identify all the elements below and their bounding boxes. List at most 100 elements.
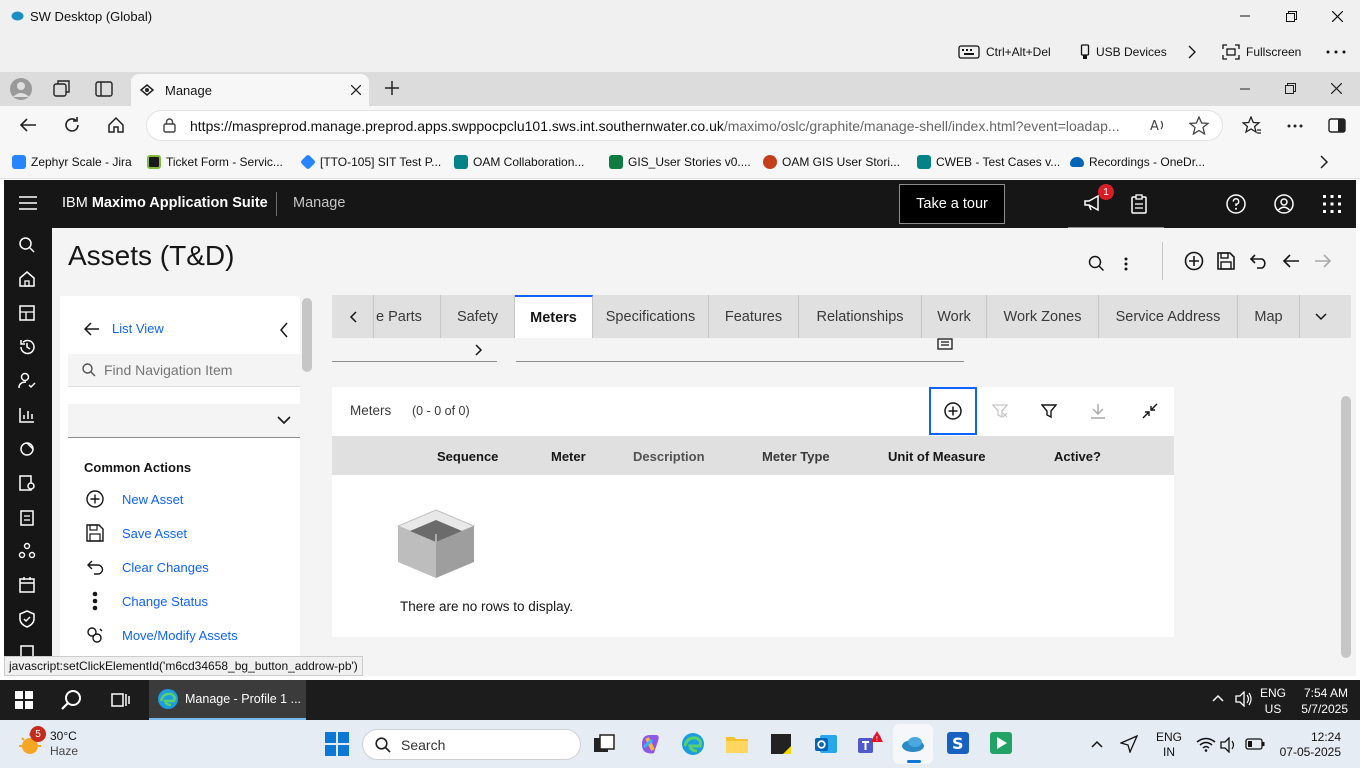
browser-tab-manage[interactable]: Manage — [131, 74, 369, 106]
search-icon[interactable] — [18, 236, 38, 256]
favorite-item[interactable]: [TTO-105] SIT Test P... — [300, 153, 441, 171]
favorite-item[interactable]: Zephyr Scale - Jira — [12, 153, 132, 171]
taskbar-manage-window[interactable]: Manage - Profile 1 ... — [149, 680, 306, 720]
partial-field[interactable] — [332, 338, 460, 362]
remote-clock[interactable]: 7:54 AM 5/7/2025 — [1298, 685, 1348, 717]
clipboard-icon[interactable] — [1131, 194, 1147, 214]
favorite-item[interactable]: Recordings - OneDr... — [1070, 153, 1205, 171]
minimize-button[interactable] — [1222, 5, 1268, 27]
nav-scrollbar[interactable] — [302, 298, 312, 372]
find-navigation-search[interactable] — [68, 354, 300, 387]
tab-map[interactable]: Map — [1238, 295, 1300, 338]
overflow-menu-icon[interactable] — [1124, 257, 1128, 271]
show-hidden-icons-chevron-icon[interactable] — [1091, 740, 1103, 748]
read-aloud-icon[interactable]: A — [1150, 117, 1168, 133]
network-icon[interactable] — [18, 542, 38, 562]
favorite-item[interactable]: OAM Collaboration... — [454, 153, 584, 171]
edge-browser-icon[interactable] — [681, 732, 705, 756]
app-switcher-icon[interactable] — [1323, 195, 1341, 213]
recent-history-icon[interactable] — [18, 338, 38, 358]
search-icon[interactable] — [61, 689, 83, 711]
browser-minimize-icon[interactable] — [1240, 88, 1250, 90]
close-button[interactable] — [1314, 5, 1360, 27]
favorite-item[interactable]: OAM GIS User Stori... — [763, 153, 900, 171]
tab-safety[interactable]: Safety — [441, 295, 515, 338]
windows-start-icon[interactable] — [15, 691, 33, 709]
wifi-icon[interactable] — [1196, 737, 1216, 752]
more-favorites-chevron-icon[interactable] — [1320, 155, 1329, 169]
asset-tag-icon[interactable] — [18, 440, 38, 460]
battery-icon[interactable] — [1245, 738, 1265, 750]
add-row-button[interactable] — [929, 387, 977, 435]
list-view-link[interactable]: List View — [84, 321, 164, 336]
fullscreen-button[interactable]: Fullscreen — [1222, 42, 1301, 62]
navigation-dropdown[interactable] — [68, 404, 300, 438]
tab-specifications[interactable]: Specifications — [593, 295, 709, 338]
main-scrollbar[interactable] — [1341, 396, 1351, 658]
save-icon[interactable] — [1217, 252, 1235, 270]
volume-icon[interactable] — [1220, 737, 1238, 753]
back-arrow-icon[interactable] — [19, 117, 37, 133]
tab-work[interactable]: Work — [922, 295, 987, 338]
tabs-scroll-left-button[interactable] — [332, 295, 374, 338]
tab-spare-parts[interactable]: e Parts — [374, 295, 441, 338]
sw-desktop-app-icon[interactable] — [901, 735, 925, 753]
column-header-sequence[interactable]: Sequence — [437, 449, 498, 464]
undo-icon[interactable] — [1249, 253, 1269, 269]
taskbar-search-box[interactable]: Search — [362, 729, 581, 760]
weather-widget[interactable]: 30°C Haze — [50, 729, 78, 759]
collapse-panel-chevron-icon[interactable] — [279, 322, 289, 338]
change-status-action[interactable]: Change Status — [86, 591, 208, 611]
workspaces-icon[interactable] — [52, 79, 72, 99]
inventory-clipboard-icon[interactable] — [18, 508, 38, 528]
ctrl-alt-del-button[interactable]: Ctrl+Alt+Del — [958, 42, 1051, 62]
new-asset-action[interactable]: New Asset — [86, 489, 183, 509]
field-lookup-chevron-icon[interactable] — [460, 338, 497, 362]
chevron-down-icon[interactable] — [277, 416, 291, 425]
remote-language-indicator[interactable]: ENG US — [1260, 685, 1286, 717]
minimize-table-icon[interactable] — [1142, 403, 1158, 419]
dashboard-icon[interactable] — [18, 304, 38, 324]
refresh-icon[interactable] — [63, 116, 81, 134]
user-profile-icon[interactable] — [1274, 194, 1294, 214]
find-navigation-input[interactable] — [104, 362, 294, 378]
volume-icon[interactable] — [1235, 691, 1253, 707]
tab-features[interactable]: Features — [709, 295, 799, 338]
previous-record-arrow-icon[interactable] — [1282, 253, 1300, 269]
teams-icon[interactable]: ! — [857, 731, 885, 757]
reports-chart-icon[interactable] — [18, 406, 38, 426]
task-view-icon[interactable] — [110, 690, 130, 710]
tab-meters[interactable]: Meters — [515, 295, 593, 338]
hamburger-menu-icon[interactable] — [19, 196, 37, 210]
tabs-overflow-button[interactable] — [1300, 295, 1341, 338]
close-tab-icon[interactable] — [351, 85, 361, 95]
favorite-star-icon[interactable] — [1189, 116, 1209, 135]
outlook-icon[interactable] — [814, 732, 838, 756]
calendar-icon[interactable] — [18, 576, 38, 596]
address-bar[interactable]: https://maspreprod.manage.preprod.apps.s… — [146, 110, 1223, 141]
tab-relationships[interactable]: Relationships — [799, 295, 922, 338]
sticky-notes-icon[interactable] — [770, 733, 792, 755]
column-header-active[interactable]: Active? — [1054, 449, 1101, 464]
task-view-icon[interactable] — [593, 733, 615, 755]
browser-close-icon[interactable] — [1331, 83, 1342, 94]
profile-avatar[interactable] — [10, 78, 32, 100]
windows-start-icon[interactable] — [325, 732, 349, 756]
column-header-meter[interactable]: Meter — [551, 449, 586, 464]
column-header-meter-type[interactable]: Meter Type — [762, 449, 830, 464]
home-icon[interactable] — [107, 116, 125, 134]
new-tab-icon[interactable] — [384, 80, 400, 96]
take-a-tour-button[interactable]: Take a tour — [899, 184, 1005, 224]
move-modify-assets-action[interactable]: Move/Modify Assets — [86, 625, 238, 645]
user-check-icon[interactable] — [18, 372, 38, 392]
copilot-icon[interactable] — [638, 732, 662, 756]
column-header-unit-of-measure[interactable]: Unit of Measure — [888, 449, 986, 464]
filter-icon[interactable] — [1041, 403, 1057, 419]
search-icon[interactable] — [1088, 255, 1105, 272]
next-record-arrow-icon[interactable] — [1314, 253, 1332, 269]
sidebar-toggle-icon[interactable] — [1328, 118, 1346, 133]
home-icon[interactable] — [18, 270, 38, 290]
show-hidden-icons-chevron-icon[interactable] — [1212, 694, 1224, 702]
favorites-collection-icon[interactable] — [1242, 116, 1262, 135]
work-order-icon[interactable] — [18, 474, 38, 494]
